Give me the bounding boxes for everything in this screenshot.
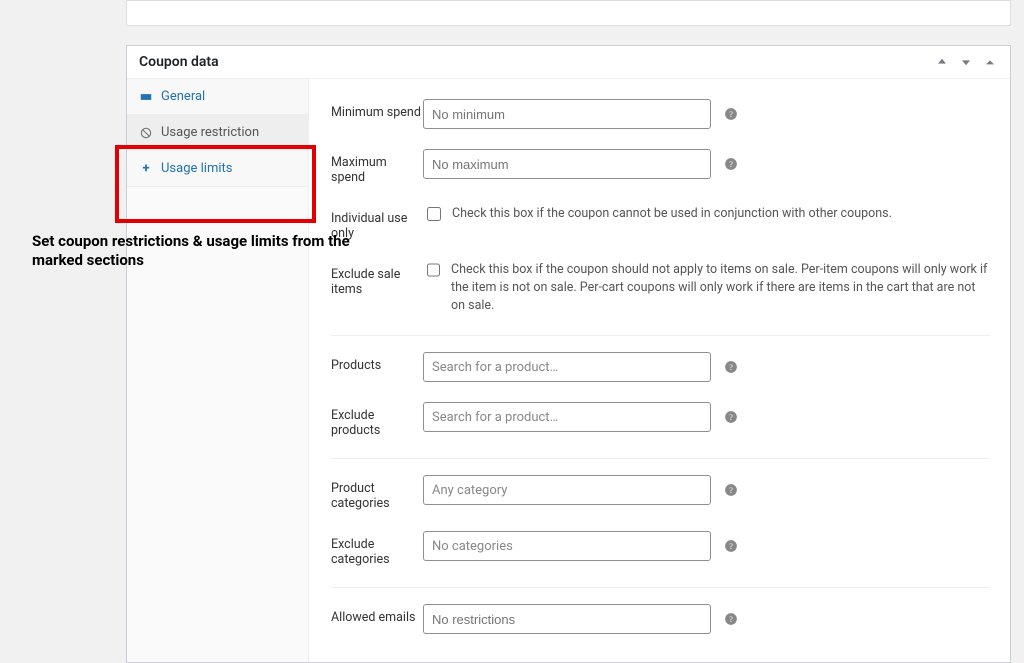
ban-icon [139,126,153,140]
row-categories: Product categories Any category ? [331,465,990,521]
svg-text:?: ? [729,413,733,422]
row-max-spend: Maximum spend ? [331,139,990,195]
tabs-list: General Usage restriction + Usage limits [127,79,309,662]
svg-text:?: ? [729,363,733,372]
help-icon[interactable]: ? [723,106,739,122]
ticket-icon [139,90,153,104]
row-products: Products Search for a product… ? [331,342,990,392]
help-icon[interactable]: ? [723,538,739,554]
help-icon[interactable]: ? [723,409,739,425]
min-spend-input[interactable] [423,99,711,129]
tab-general[interactable]: General [127,79,308,115]
row-exclude-sale: Exclude sale items Check this box if the… [331,251,990,336]
svg-text:?: ? [729,110,733,119]
label-min-spend: Minimum spend [331,99,423,120]
tab-general-label: General [161,89,205,104]
tab-usage-limits[interactable]: + Usage limits [127,151,308,187]
row-exclude-products: Exclude products Search for a product… ? [331,392,990,459]
tab-usage-restriction-label: Usage restriction [161,125,259,140]
help-icon[interactable]: ? [723,482,739,498]
panel-body: General Usage restriction + Usage limits… [127,79,1010,662]
svg-text:?: ? [729,542,733,551]
label-individual-use: Individual use only [331,205,423,241]
svg-text:?: ? [729,486,733,495]
row-min-spend: Minimum spend ? [331,89,990,139]
exclude-sale-desc: Check this box if the coupon should not … [451,261,990,315]
plus-icon: + [139,161,153,176]
svg-text:?: ? [729,615,733,624]
panel-move-down-icon[interactable] [958,54,974,70]
help-icon[interactable]: ? [723,611,739,627]
label-products: Products [331,352,423,373]
panel-header: Coupon data [127,46,1010,79]
row-exclude-categories: Exclude categories No categories ? [331,521,990,588]
panel-toggles [934,54,998,70]
label-exclude-categories: Exclude categories [331,531,423,567]
coupon-data-panel: Coupon data General Usage restriction + … [126,45,1011,663]
row-allowed-emails: Allowed emails ? [331,594,990,644]
exclude-sale-checkbox[interactable] [427,263,440,277]
svg-text:?: ? [729,160,733,169]
exclude-products-select[interactable]: Search for a product… [423,402,711,432]
panel-move-up-icon[interactable] [934,54,950,70]
tab-usage-restriction[interactable]: Usage restriction [127,115,308,151]
label-categories: Product categories [331,475,423,511]
row-individual-use: Individual use only Check this box if th… [331,195,990,251]
tab-usage-limits-label: Usage limits [161,161,232,176]
max-spend-input[interactable] [423,149,711,179]
help-icon[interactable]: ? [723,359,739,375]
exclude-categories-select[interactable]: No categories [423,531,711,561]
categories-select[interactable]: Any category [423,475,711,505]
help-icon[interactable]: ? [723,156,739,172]
label-allowed-emails: Allowed emails [331,604,423,625]
label-exclude-sale: Exclude sale items [331,261,423,297]
panel-collapse-icon[interactable] [982,54,998,70]
label-exclude-products: Exclude products [331,402,423,438]
fields-area: Minimum spend ? Maximum spend ? Individu… [309,79,1010,662]
products-select[interactable]: Search for a product… [423,352,711,382]
label-max-spend: Maximum spend [331,149,423,185]
individual-use-desc: Check this box if the coupon cannot be u… [452,205,892,223]
panel-title: Coupon data [139,54,219,70]
individual-use-checkbox[interactable] [427,207,441,221]
allowed-emails-input[interactable] [423,604,711,634]
description-textarea[interactable] [126,0,1011,26]
